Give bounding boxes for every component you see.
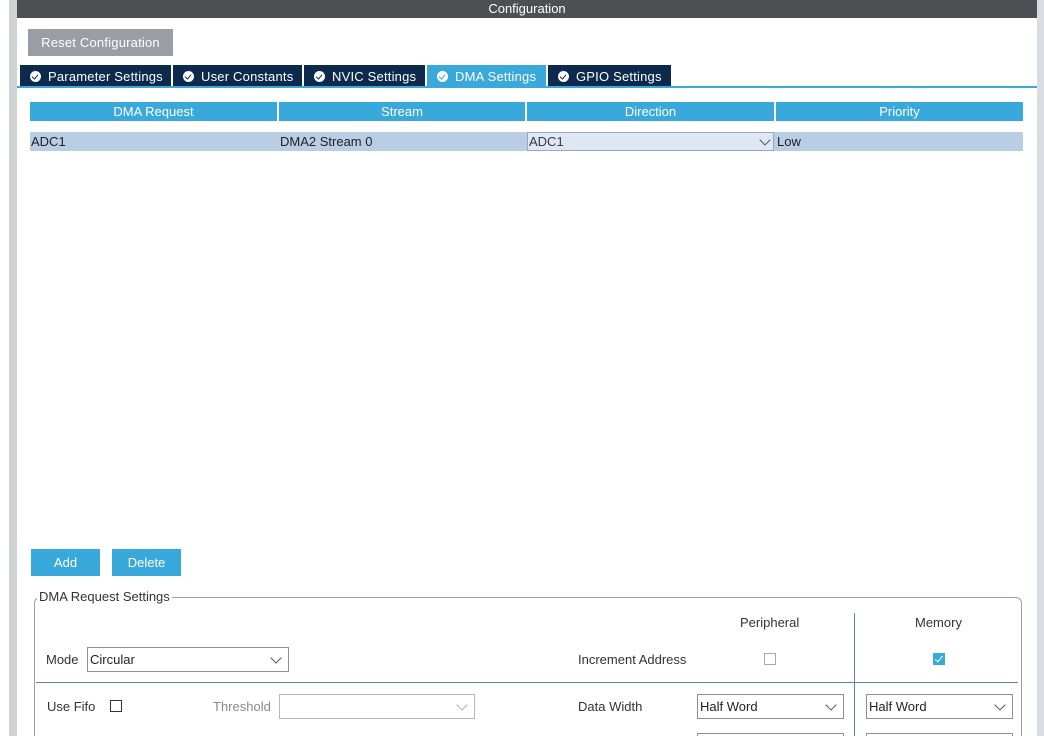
tab-label: Parameter Settings xyxy=(48,68,163,84)
tab-label: User Constants xyxy=(201,68,294,84)
use-fifo-checkbox[interactable] xyxy=(110,700,122,712)
memory-increment-checkbox[interactable] xyxy=(933,653,945,665)
chevron-down-icon xyxy=(825,699,837,711)
threshold-label: Threshold xyxy=(213,699,271,714)
column-header-dma-request[interactable]: DMA Request xyxy=(30,102,277,121)
cell-dma-request: ADC1 xyxy=(31,134,66,149)
direction-value: ADC1 xyxy=(529,134,564,149)
delete-button[interactable]: Delete xyxy=(112,549,181,576)
memory-data-width-value: Half Word xyxy=(869,699,927,714)
direction-select[interactable]: ADC1 xyxy=(527,132,774,151)
settings-tab-bar: Parameter Settings User Constants NVIC S… xyxy=(20,65,673,87)
chevron-down-icon xyxy=(759,134,771,146)
check-circle-icon xyxy=(437,70,448,82)
chevron-down-icon xyxy=(456,699,468,711)
row-divider xyxy=(36,682,1018,683)
check-circle-icon xyxy=(183,70,194,82)
peripheral-header: Peripheral xyxy=(740,615,800,630)
use-fifo-label: Use Fifo xyxy=(47,699,96,714)
tab-nvic-settings[interactable]: NVIC Settings xyxy=(304,65,427,87)
check-circle-icon xyxy=(558,70,569,82)
window-frame-right xyxy=(1037,0,1044,736)
reset-configuration-button[interactable]: Reset Configuration xyxy=(28,29,173,56)
tab-underline xyxy=(17,86,1037,88)
memory-data-width-select[interactable]: Half Word xyxy=(866,694,1013,719)
peripheral-data-width-value: Half Word xyxy=(700,699,758,714)
add-button[interactable]: Add xyxy=(31,549,100,576)
group-legend: DMA Request Settings xyxy=(37,589,172,604)
check-circle-icon xyxy=(314,70,325,82)
increment-address-label: Increment Address xyxy=(578,652,687,667)
tab-gpio-settings[interactable]: GPIO Settings xyxy=(548,65,673,87)
threshold-select[interactable] xyxy=(279,694,475,719)
table-row[interactable]: ADC1 DMA2 Stream 0 ADC1 Low xyxy=(30,132,1023,151)
tab-dma-settings[interactable]: DMA Settings xyxy=(427,65,548,87)
mode-select[interactable]: Circular xyxy=(87,647,289,672)
column-header-direction[interactable]: Direction xyxy=(527,102,774,121)
column-header-priority[interactable]: Priority xyxy=(776,102,1023,121)
data-width-label: Data Width xyxy=(578,699,643,714)
cell-priority: Low xyxy=(777,134,801,149)
mode-value: Circular xyxy=(90,652,135,667)
chevron-down-icon xyxy=(270,652,282,664)
cell-stream: DMA2 Stream 0 xyxy=(280,134,373,149)
peripheral-increment-checkbox[interactable] xyxy=(764,653,776,665)
column-divider xyxy=(854,613,855,736)
column-header-stream[interactable]: Stream xyxy=(279,102,525,121)
dma-table-header: DMA Request Stream Direction Priority xyxy=(30,102,1023,121)
window-frame-left xyxy=(9,0,17,736)
mode-label: Mode xyxy=(46,652,79,667)
tab-label: DMA Settings xyxy=(455,68,537,84)
tab-user-constants[interactable]: User Constants xyxy=(173,65,304,87)
window-title: Configuration xyxy=(17,0,1037,18)
tab-label: GPIO Settings xyxy=(576,68,662,84)
tab-label: NVIC Settings xyxy=(332,68,417,84)
check-circle-icon xyxy=(30,70,41,82)
chevron-down-icon xyxy=(994,699,1006,711)
tab-parameter-settings[interactable]: Parameter Settings xyxy=(20,65,173,87)
memory-header: Memory xyxy=(915,615,962,630)
peripheral-data-width-select[interactable]: Half Word xyxy=(697,694,844,719)
